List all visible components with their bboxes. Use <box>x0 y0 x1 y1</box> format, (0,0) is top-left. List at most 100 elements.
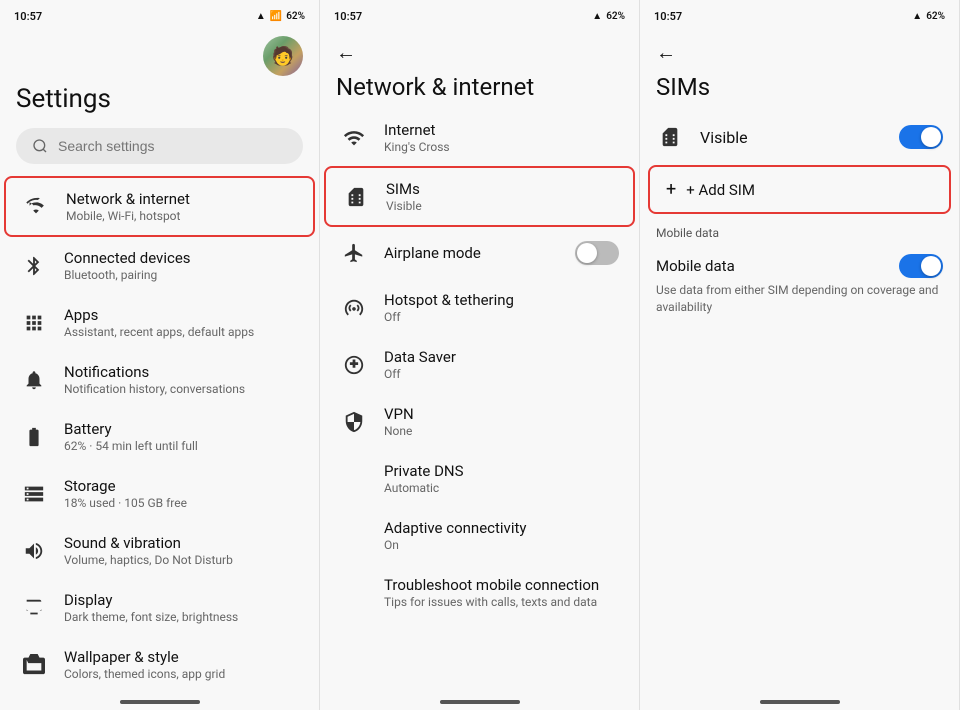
wifi-icon-status3: ▲ <box>912 11 922 22</box>
add-sim-label: + Add SIM <box>686 181 755 199</box>
connected-item-text: Connected devices Bluetooth, pairing <box>64 249 191 282</box>
sidebar-item-battery[interactable]: Battery 62% · 54 min left until full <box>4 408 315 465</box>
mobile-data-title: Mobile data <box>656 257 891 275</box>
hotspot-text: Hotspot & tethering Off <box>384 291 514 324</box>
display-icon <box>20 594 48 622</box>
add-sim-button[interactable]: + + Add SIM <box>648 165 951 214</box>
airplane-toggle[interactable] <box>575 241 619 265</box>
adaptive-subtitle: On <box>384 538 526 552</box>
battery-subtitle: 62% · 54 min left until full <box>64 439 198 453</box>
datasaver-item[interactable]: Data Saver Off <box>324 336 635 393</box>
troubleshoot-subtitle: Tips for issues with calls, texts and da… <box>384 595 599 609</box>
notifications-item-text: Notifications Notification history, conv… <box>64 363 245 396</box>
adaptive-text: Adaptive connectivity On <box>384 519 526 552</box>
status-bar-3: 10:57 ▲ 62% <box>640 0 959 28</box>
sims-text: SIMs Visible <box>386 180 422 213</box>
sound-item-text: Sound & vibration Volume, haptics, Do No… <box>64 534 233 567</box>
wallpaper-item-text: Wallpaper & style Colors, themed icons, … <box>64 648 225 681</box>
mobile-data-toggle[interactable] <box>899 254 943 278</box>
wallpaper-title: Wallpaper & style <box>64 648 225 666</box>
internet-item[interactable]: Internet King's Cross <box>324 109 635 166</box>
vpn-text: VPN None <box>384 405 414 438</box>
sound-subtitle: Volume, haptics, Do Not Disturb <box>64 553 233 567</box>
datasaver-title: Data Saver <box>384 348 456 366</box>
sidebar-item-network[interactable]: Network & internet Mobile, Wi-Fi, hotspo… <box>4 176 315 237</box>
network-title: Network & internet <box>66 190 190 208</box>
bluetooth-icon <box>20 252 48 280</box>
wifi-status-icon: ▲ <box>256 11 266 22</box>
home-indicator-3 <box>760 700 840 704</box>
airplane-item[interactable]: Airplane mode <box>324 227 635 279</box>
hotspot-icon <box>340 294 368 322</box>
search-input[interactable] <box>58 138 287 154</box>
status-icons-3: ▲ 62% <box>912 11 945 22</box>
status-bar-2: 10:57 ▲ 62% <box>320 0 639 28</box>
back-button-3[interactable]: ← <box>640 28 959 69</box>
mobile-data-header: Mobile data <box>656 254 943 278</box>
sidebar-item-storage[interactable]: Storage 18% used · 105 GB free <box>4 465 315 522</box>
sims-item[interactable]: SIMs Visible <box>324 166 635 227</box>
vpn-title: VPN <box>384 405 414 423</box>
sound-title: Sound & vibration <box>64 534 233 552</box>
hotspot-subtitle: Off <box>384 310 514 324</box>
sims-title: SIMs <box>386 180 422 198</box>
status-time-2: 10:57 <box>334 10 362 23</box>
visible-toggle[interactable] <box>899 125 943 149</box>
vpn-item[interactable]: VPN None <box>324 393 635 450</box>
settings-title: Settings <box>0 76 319 124</box>
visible-row: Visible <box>640 109 959 165</box>
sidebar-item-connected[interactable]: Connected devices Bluetooth, pairing <box>4 237 315 294</box>
airplane-title: Airplane mode <box>384 244 481 262</box>
display-item-text: Display Dark theme, font size, brightnes… <box>64 591 238 624</box>
sidebar-item-display[interactable]: Display Dark theme, font size, brightnes… <box>4 579 315 636</box>
apps-subtitle: Assistant, recent apps, default apps <box>64 325 254 339</box>
storage-title: Storage <box>64 477 187 495</box>
wifi-icon <box>22 193 50 221</box>
battery-status-2: 62% <box>606 11 625 22</box>
airplane-icon <box>340 239 368 267</box>
status-icons-1: ▲ 📶 62% <box>256 11 305 22</box>
private-dns-item[interactable]: Private DNS Automatic <box>324 450 635 507</box>
connected-title: Connected devices <box>64 249 191 267</box>
status-time-3: 10:57 <box>654 10 682 23</box>
apps-item-text: Apps Assistant, recent apps, default app… <box>64 306 254 339</box>
home-indicator-1 <box>120 700 200 704</box>
network-panel: 10:57 ▲ 62% ← Network & internet Interne… <box>320 0 640 710</box>
hotspot-title: Hotspot & tethering <box>384 291 514 309</box>
adaptive-title: Adaptive connectivity <box>384 519 526 537</box>
notifications-subtitle: Notification history, conversations <box>64 382 245 396</box>
wallpaper-subtitle: Colors, themed icons, app grid <box>64 667 225 681</box>
network-item-text: Network & internet Mobile, Wi-Fi, hotspo… <box>66 190 190 223</box>
sims-panel: 10:57 ▲ 62% ← SIMs Visible + + Add SIM M… <box>640 0 960 710</box>
connected-subtitle: Bluetooth, pairing <box>64 268 191 282</box>
sidebar-item-wallpaper[interactable]: Wallpaper & style Colors, themed icons, … <box>4 636 315 692</box>
display-title: Display <box>64 591 238 609</box>
back-button-2[interactable]: ← <box>320 28 639 69</box>
apps-icon <box>20 309 48 337</box>
internet-title: Internet <box>384 121 450 139</box>
add-icon: + <box>666 179 676 200</box>
datasaver-text: Data Saver Off <box>384 348 456 381</box>
troubleshoot-title: Troubleshoot mobile connection <box>384 576 599 594</box>
sims-subtitle: Visible <box>386 199 422 213</box>
search-bar[interactable] <box>16 128 303 164</box>
network-panel-title: Network & internet <box>320 69 639 109</box>
mobile-data-row[interactable]: Mobile data Use data from either SIM dep… <box>640 244 959 326</box>
sidebar-item-apps[interactable]: Apps Assistant, recent apps, default app… <box>4 294 315 351</box>
adaptive-item[interactable]: Adaptive connectivity On <box>324 507 635 564</box>
hotspot-item[interactable]: Hotspot & tethering Off <box>324 279 635 336</box>
mobile-data-desc: Use data from either SIM depending on co… <box>656 282 943 316</box>
dns-icon <box>340 465 368 493</box>
user-avatar[interactable]: 🧑 <box>263 36 303 76</box>
internet-subtitle: King's Cross <box>384 140 450 154</box>
apps-title: Apps <box>64 306 254 324</box>
sidebar-item-sound[interactable]: Sound & vibration Volume, haptics, Do No… <box>4 522 315 579</box>
sidebar-item-notifications[interactable]: Notifications Notification history, conv… <box>4 351 315 408</box>
bell-icon <box>20 366 48 394</box>
troubleshoot-item[interactable]: Troubleshoot mobile connection Tips for … <box>324 564 635 621</box>
storage-subtitle: 18% used · 105 GB free <box>64 496 187 510</box>
settings-list: Network & internet Mobile, Wi-Fi, hotspo… <box>0 176 319 692</box>
settings-panel: 10:57 ▲ 📶 62% 🧑 Settings Network & inter… <box>0 0 320 710</box>
network-subtitle: Mobile, Wi-Fi, hotspot <box>66 209 190 223</box>
visible-label: Visible <box>700 128 883 147</box>
